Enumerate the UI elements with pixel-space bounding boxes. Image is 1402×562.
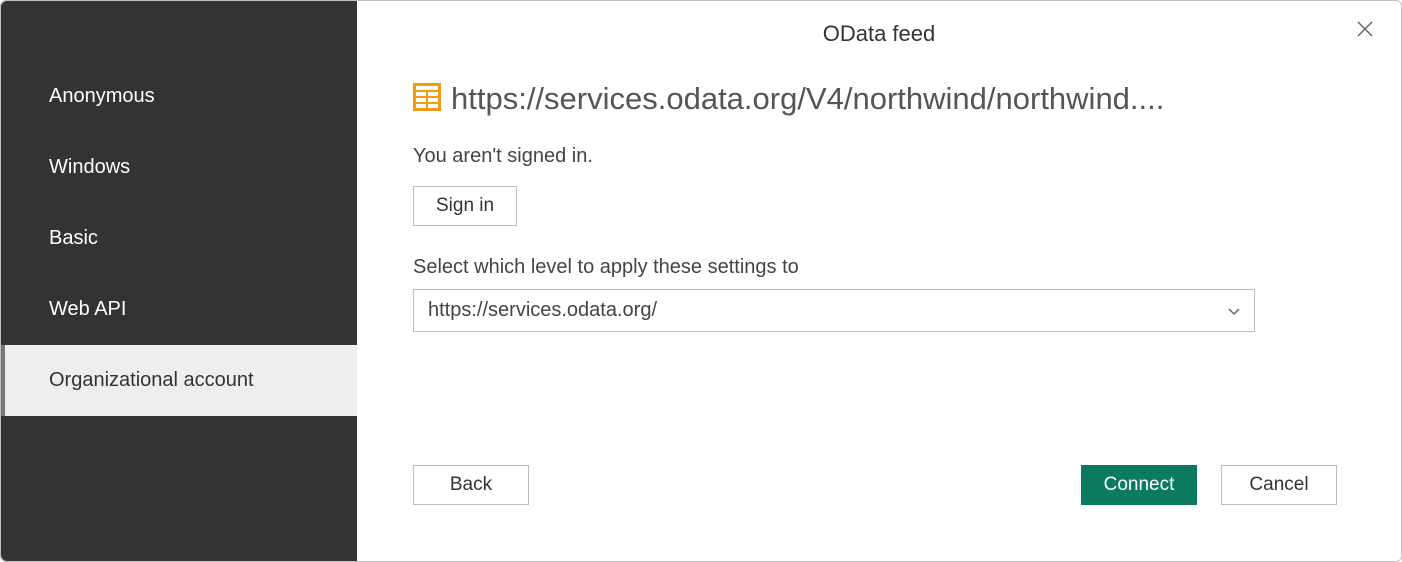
dialog-title: OData feed [357, 21, 1401, 47]
odata-auth-dialog: Anonymous Windows Basic Web API Organiza… [0, 0, 1402, 562]
close-icon [1355, 19, 1375, 39]
sidebar-item-organizational-account[interactable]: Organizational account [1, 345, 357, 416]
close-button[interactable] [1351, 15, 1379, 43]
odata-feed-icon [413, 83, 441, 116]
level-label: Select which level to apply these settin… [413, 256, 1337, 279]
content-area: https://services.odata.org/V4/northwind/… [357, 47, 1401, 465]
auth-sidebar: Anonymous Windows Basic Web API Organiza… [1, 1, 357, 561]
chevron-down-icon [1228, 299, 1240, 322]
dialog-footer: Back Connect Cancel [357, 465, 1401, 561]
sidebar-item-windows[interactable]: Windows [1, 132, 357, 203]
url-row: https://services.odata.org/V4/northwind/… [413, 81, 1337, 117]
level-selected-value: https://services.odata.org/ [428, 299, 657, 322]
sidebar-item-web-api[interactable]: Web API [1, 274, 357, 345]
level-dropdown[interactable]: https://services.odata.org/ [413, 289, 1255, 332]
feed-url: https://services.odata.org/V4/northwind/… [451, 81, 1164, 117]
signin-status: You aren't signed in. [413, 145, 1337, 168]
main-panel: OData feed [357, 1, 1401, 561]
connect-button[interactable]: Connect [1081, 465, 1197, 505]
sidebar-item-basic[interactable]: Basic [1, 203, 357, 274]
cancel-button[interactable]: Cancel [1221, 465, 1337, 505]
sidebar-item-anonymous[interactable]: Anonymous [1, 61, 357, 132]
signin-button[interactable]: Sign in [413, 186, 517, 226]
back-button[interactable]: Back [413, 465, 529, 505]
